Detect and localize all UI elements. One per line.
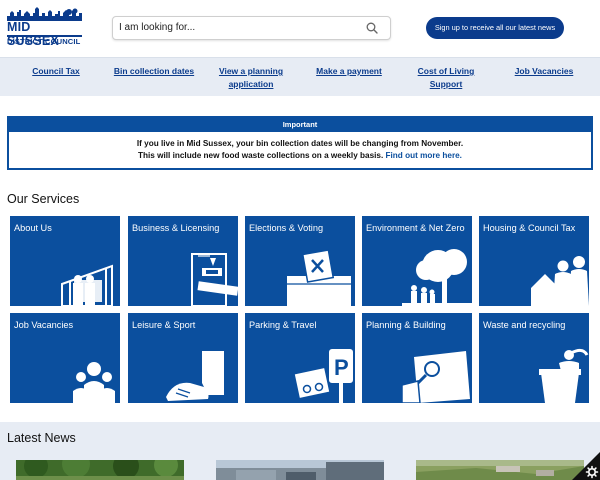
- services-heading: Our Services: [7, 192, 80, 206]
- ballot-box-icon: [287, 249, 351, 306]
- newsletter-signup-button[interactable]: Sign up to receive all our latest news: [426, 17, 564, 39]
- service-tile-parking-travel[interactable]: Parking & Travel P: [245, 313, 355, 403]
- nav-link-job-vacancies[interactable]: Job Vacancies: [512, 65, 576, 78]
- notice-line-2-text: This will include new food waste collect…: [138, 151, 384, 160]
- service-tile-leisure-sport[interactable]: Leisure & Sport: [128, 313, 238, 403]
- recycling-bin-icon: [539, 348, 589, 403]
- group-of-people-icon: [73, 362, 115, 403]
- house-family-icon: [531, 256, 589, 306]
- aerial-view-image: [416, 460, 584, 480]
- notice-heading: Important: [9, 118, 591, 132]
- service-tile-housing-council-tax[interactable]: Housing & Council Tax: [479, 216, 589, 306]
- news-thumbnail-1[interactable]: [16, 460, 184, 480]
- quick-links-nav: Council Tax Bin collection dates View a …: [0, 57, 600, 96]
- notice-line-2: This will include new food waste collect…: [9, 150, 591, 162]
- plans-magnifier-icon: [401, 351, 470, 403]
- tree-family-icon: [402, 249, 472, 306]
- trees-photo-image: [16, 460, 184, 480]
- notice-line-1: If you live in Mid Sussex, your bin coll…: [136, 139, 464, 148]
- boot-trainer-icon: [166, 351, 224, 401]
- news-thumbnail-2[interactable]: [216, 460, 384, 480]
- nav-link-planning-application[interactable]: View a planning application: [214, 65, 288, 91]
- search-icon[interactable]: [366, 22, 378, 34]
- nav-link-make-payment[interactable]: Make a payment: [312, 65, 386, 78]
- site-header: MID SUSSEX DISTRICT COUNCIL I am looking…: [0, 0, 600, 57]
- parking-sign-icon: P: [294, 349, 353, 403]
- service-tile-environment-net-zero[interactable]: Environment & Net Zero: [362, 216, 472, 306]
- search-input[interactable]: I am looking for...: [112, 16, 391, 40]
- council-logo[interactable]: MID SUSSEX DISTRICT COUNCIL: [7, 7, 82, 49]
- svg-text:P: P: [334, 355, 349, 380]
- noticeboard-people-icon: [61, 264, 113, 306]
- service-tile-about-us[interactable]: About Us: [10, 216, 120, 306]
- latest-news-heading: Latest News: [7, 431, 76, 445]
- nav-link-council-tax[interactable]: Council Tax: [30, 65, 82, 78]
- important-notice: Important If you live in Mid Sussex, you…: [7, 116, 593, 170]
- service-tile-waste-recycling[interactable]: Waste and recycling: [479, 313, 589, 403]
- latest-news-section: Latest News: [0, 422, 600, 480]
- open-sign-door-icon: [191, 253, 238, 306]
- news-thumbnail-3[interactable]: [416, 460, 584, 480]
- notice-body: If you live in Mid Sussex, your bin coll…: [9, 138, 591, 162]
- nav-link-cost-of-living[interactable]: Cost of Living Support: [412, 65, 480, 91]
- cookie-settings-icon[interactable]: [572, 452, 600, 480]
- notice-find-out-more-link[interactable]: Find out more here.: [386, 151, 462, 160]
- service-tile-business-licensing[interactable]: Business & Licensing: [128, 216, 238, 306]
- logo-subtitle: DISTRICT COUNCIL: [7, 37, 81, 46]
- building-photo-image: [216, 460, 384, 480]
- search-placeholder: I am looking for...: [119, 22, 196, 33]
- service-tile-planning-building[interactable]: Planning & Building: [362, 313, 472, 403]
- skyline-icon: [7, 7, 82, 21]
- service-tile-elections-voting[interactable]: Elections & Voting: [245, 216, 355, 306]
- nav-link-bin-collection[interactable]: Bin collection dates: [111, 65, 197, 78]
- service-tile-job-vacancies[interactable]: Job Vacancies: [10, 313, 120, 403]
